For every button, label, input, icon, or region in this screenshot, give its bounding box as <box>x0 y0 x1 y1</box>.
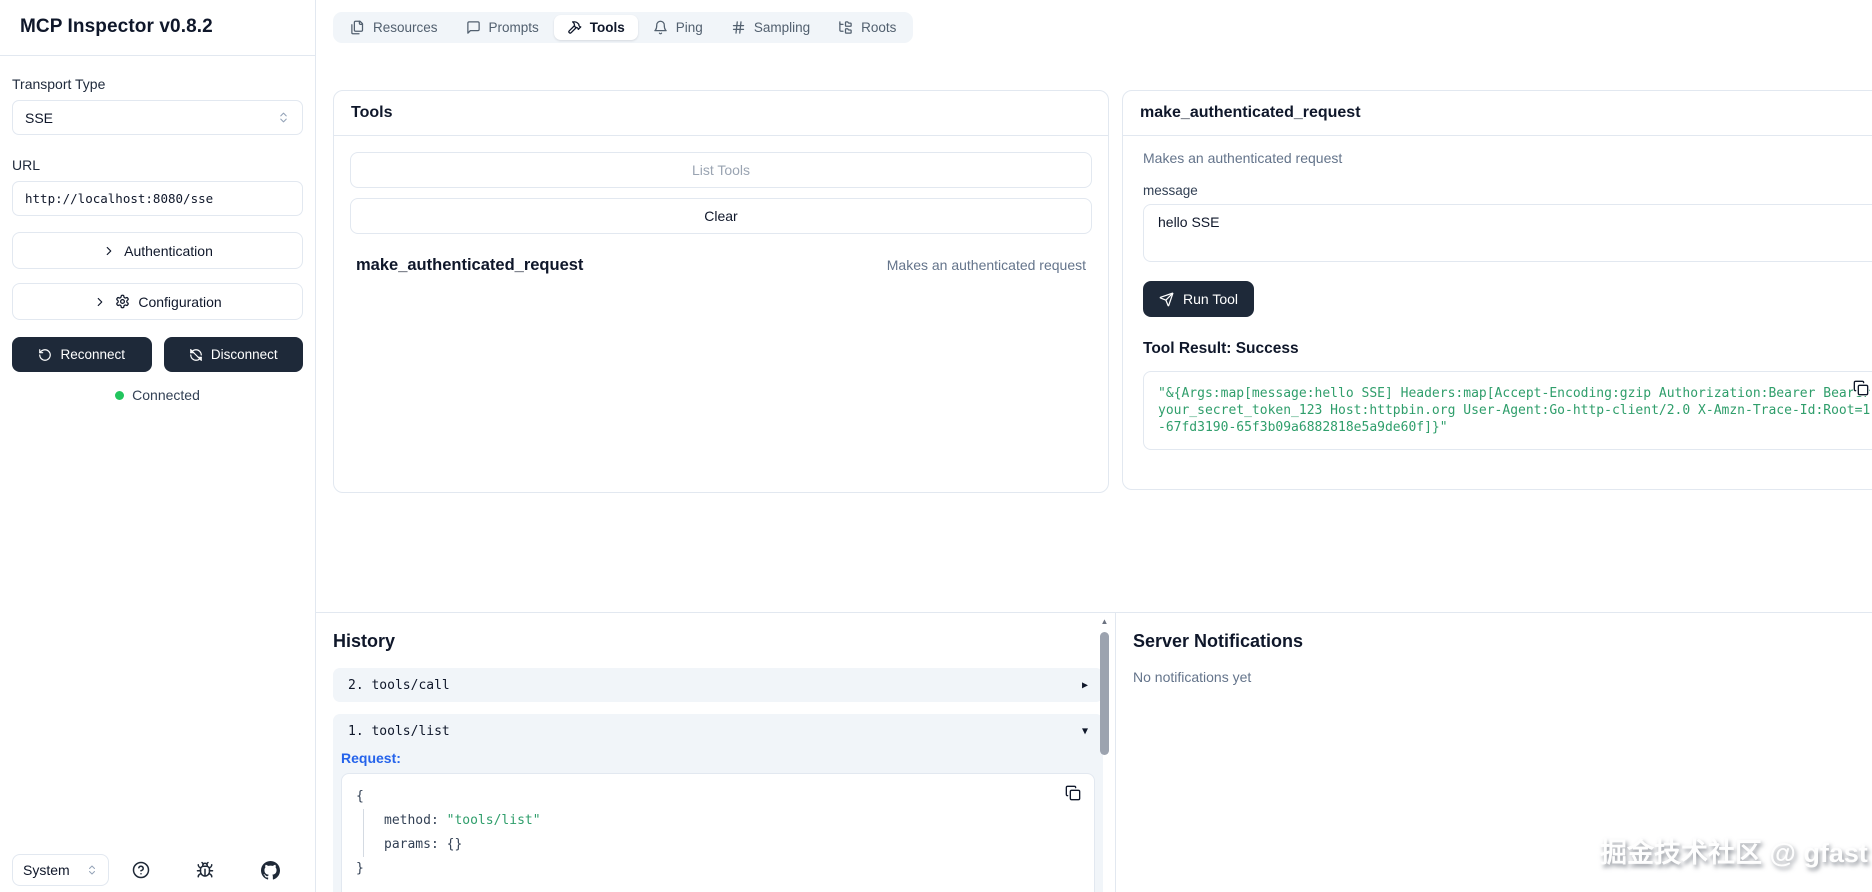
bug-icon[interactable] <box>196 861 214 879</box>
tool-name: make_authenticated_request <box>356 256 584 274</box>
tool-detail-description: Makes an authenticated request <box>1143 150 1343 166</box>
transport-type-select[interactable]: SSE <box>12 100 303 135</box>
configuration-toggle[interactable]: Configuration <box>12 283 303 320</box>
history-item-tools-call[interactable]: 2. tools/call ▶ <box>333 668 1103 702</box>
message-input[interactable]: hello SSE <box>1143 204 1872 262</box>
tool-detail-title: make_authenticated_request <box>1123 91 1872 136</box>
watermark: 掘金技术社区 @ gfast <box>1600 838 1868 868</box>
history-item-tools-list[interactable]: 1. tools/list ▼ Request: { method: "tool… <box>333 714 1103 892</box>
copy-icon[interactable] <box>1065 785 1081 801</box>
tab-ping[interactable]: Ping <box>640 15 716 40</box>
tab-label: Prompts <box>488 20 539 35</box>
request-label: Request: <box>341 750 401 766</box>
copy-icon[interactable] <box>1853 380 1869 396</box>
json-method-value: "tools/list" <box>446 813 541 828</box>
transport-type-value: SSE <box>25 109 54 126</box>
scrollbar-thumb[interactable] <box>1100 632 1109 755</box>
folder-tree-icon <box>838 20 853 35</box>
chevron-right-icon <box>102 244 116 258</box>
tab-label: Roots <box>861 20 897 35</box>
history-scrollbar[interactable]: ▲ <box>1098 617 1111 889</box>
rotate-ccw-icon <box>38 348 52 362</box>
history-item-label: 1. tools/list <box>348 723 450 739</box>
files-icon <box>350 20 365 35</box>
run-tool-label: Run Tool <box>1183 291 1239 307</box>
connection-status: Connected <box>12 387 303 403</box>
json-params-line: params: {} <box>384 837 463 852</box>
sidebar: MCP Inspector v0.8.2 Transport Type SSE … <box>0 0 316 892</box>
tab-label: Tools <box>589 20 625 35</box>
list-tools-button[interactable]: List Tools <box>350 152 1092 188</box>
tab-tools[interactable]: Tools <box>553 15 638 40</box>
send-icon <box>1159 292 1174 307</box>
chevron-right-icon <box>93 295 107 309</box>
scroll-up-icon[interactable]: ▲ <box>1101 617 1109 627</box>
tool-result-title: Tool Result: Success <box>1143 340 1299 357</box>
status-dot-icon <box>115 390 125 400</box>
hash-icon <box>731 20 746 35</box>
tab-bar: Resources Prompts Tools Ping Sampling Ro… <box>333 12 914 43</box>
tab-label: Resources <box>373 20 438 35</box>
disconnect-button[interactable]: Disconnect <box>163 337 303 372</box>
pane-divider[interactable] <box>1115 613 1116 892</box>
app-title: MCP Inspector v0.8.2 <box>0 0 315 56</box>
tab-label: Sampling <box>753 20 811 35</box>
triangle-right-icon: ▶ <box>1081 679 1088 691</box>
json-method-line: method: "tools/list" <box>384 813 541 828</box>
theme-select[interactable]: System <box>12 854 109 886</box>
help-icon[interactable] <box>132 861 150 879</box>
transport-type-label: Transport Type <box>12 76 106 92</box>
url-label: URL <box>12 157 41 173</box>
chevrons-up-down-icon <box>277 111 290 124</box>
status-label: Connected <box>132 387 200 403</box>
server-notifications-title: Server Notifications <box>1133 631 1304 651</box>
tab-resources[interactable]: Resources <box>337 15 451 40</box>
tool-description: Makes an authenticated request <box>886 257 1086 273</box>
bell-icon <box>653 20 668 35</box>
authentication-label: Authentication <box>124 242 213 259</box>
json-close-brace: } <box>356 861 364 876</box>
url-input[interactable] <box>12 181 303 216</box>
history-panel: History 2. tools/call ▶ 1. tools/list ▼ … <box>333 613 1103 892</box>
tab-roots[interactable]: Roots <box>825 15 909 40</box>
tool-result-text: "&{Args:map[message:hello SSE] Headers:m… <box>1158 386 1871 435</box>
hammer-icon <box>567 20 582 35</box>
chevrons-up-down-icon <box>86 864 98 876</box>
tab-label: Ping <box>675 20 703 35</box>
configuration-label: Configuration <box>138 293 222 310</box>
refresh-off-icon <box>189 348 203 362</box>
tool-detail-panel: make_authenticated_request Makes an auth… <box>1122 90 1872 490</box>
server-notifications-panel: Server Notifications No notifications ye… <box>1133 613 1872 685</box>
tools-panel: Tools List Tools Clear make_authenticate… <box>333 90 1109 493</box>
theme-value: System <box>23 862 70 878</box>
main-area: Resources Prompts Tools Ping Sampling Ro… <box>316 0 1872 892</box>
run-tool-button[interactable]: Run Tool <box>1143 281 1255 317</box>
tool-list-item[interactable]: make_authenticated_request Makes an auth… <box>350 256 1092 275</box>
clear-tools-button[interactable]: Clear <box>350 198 1092 234</box>
history-item-label: 2. tools/call <box>348 677 450 693</box>
json-open-brace: { <box>356 789 364 804</box>
history-title: History <box>333 631 396 651</box>
reconnect-label: Reconnect <box>60 347 126 362</box>
notifications-empty-text: No notifications yet <box>1133 669 1252 685</box>
request-code-block: { method: "tools/list" params: {} } <box>341 773 1095 892</box>
tool-result-block: "&{Args:map[message:hello SSE] Headers:m… <box>1143 371 1872 450</box>
authentication-toggle[interactable]: Authentication <box>12 232 303 269</box>
param-label: message <box>1143 183 1198 198</box>
message-square-icon <box>466 20 481 35</box>
github-icon[interactable] <box>260 860 280 880</box>
tab-prompts[interactable]: Prompts <box>453 15 552 40</box>
triangle-down-icon: ▼ <box>1081 725 1088 737</box>
tab-sampling[interactable]: Sampling <box>718 15 823 40</box>
disconnect-label: Disconnect <box>210 347 278 362</box>
gear-icon <box>115 294 130 309</box>
tools-panel-title: Tools <box>334 91 1108 136</box>
reconnect-button[interactable]: Reconnect <box>12 337 152 372</box>
